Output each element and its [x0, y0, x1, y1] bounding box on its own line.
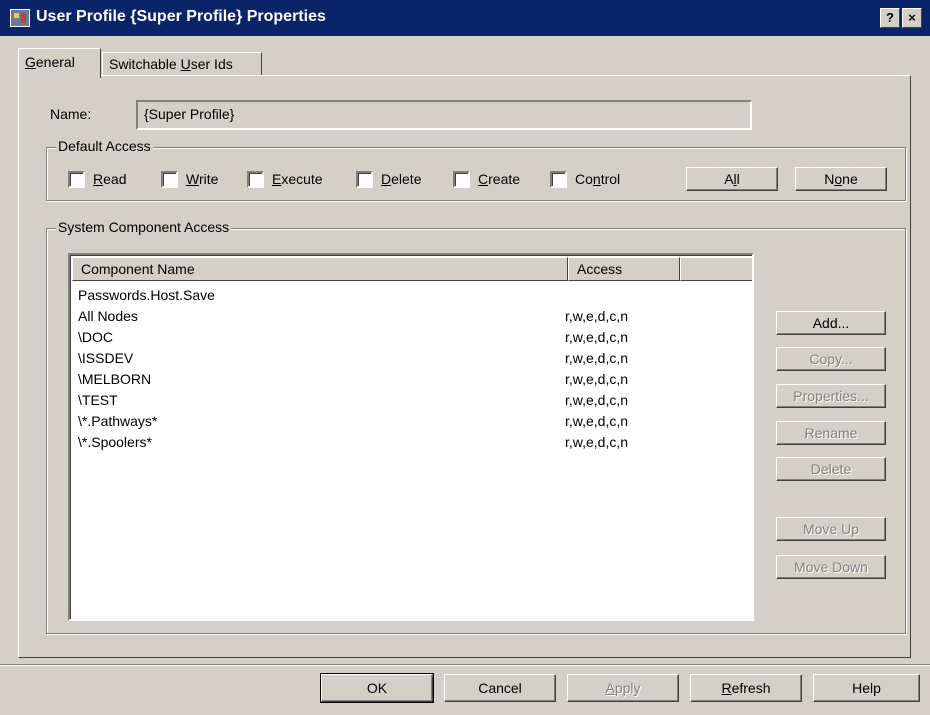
checkbox-write[interactable]: Write — [161, 168, 218, 190]
checkbox-read-box[interactable] — [68, 170, 85, 188]
default-access-title: Default Access — [56, 138, 153, 154]
checkbox-delete-label: Delete — [381, 171, 422, 187]
help-button[interactable]: ? — [880, 8, 900, 28]
ok-button[interactable]: OK — [320, 673, 434, 703]
checkbox-read-label: Read — [93, 171, 127, 187]
checkbox-execute-label: Execute — [272, 171, 323, 187]
app-icon — [10, 9, 30, 27]
move-up-button[interactable]: Move Up — [776, 517, 886, 541]
rename-button[interactable]: Rename — [776, 421, 886, 445]
table-row[interactable]: Passwords.Host.Save — [78, 287, 738, 307]
checkbox-execute-box[interactable] — [247, 170, 264, 188]
name-label: Name: — [50, 106, 92, 122]
apply-button[interactable]: Apply — [567, 674, 679, 702]
checkbox-control-label: Control — [575, 171, 621, 187]
checkbox-create-box[interactable] — [453, 170, 470, 188]
table-row[interactable]: \DOC r,w,e,d,c,n — [78, 329, 738, 349]
column-header-component-name[interactable]: Component Name — [72, 257, 568, 281]
column-header-access[interactable]: Access — [568, 257, 680, 281]
all-button[interactable]: All — [686, 167, 778, 191]
table-row[interactable]: \MELBORN r,w,e,d,c,n — [78, 371, 738, 391]
checkbox-delete[interactable]: Delete — [356, 168, 421, 190]
checkbox-execute[interactable]: Execute — [247, 168, 323, 190]
window-title: User Profile {Super Profile} Properties — [36, 8, 326, 25]
checkbox-delete-box[interactable] — [356, 170, 373, 188]
column-header-spacer — [680, 257, 752, 281]
add-button[interactable]: Add... — [776, 311, 886, 335]
properties-button[interactable]: Properties... — [776, 384, 886, 408]
none-button[interactable]: None — [795, 167, 887, 191]
name-field[interactable]: {Super Profile} — [136, 100, 752, 130]
bottom-separator — [0, 664, 930, 666]
tab-switchable-user-ids[interactable]: Switchable User Ids — [102, 52, 262, 76]
close-icon: × — [908, 10, 916, 25]
copy-button[interactable]: Copy... — [776, 347, 886, 371]
close-button[interactable]: × — [902, 8, 922, 28]
table-row[interactable]: All Nodes r,w,e,d,c,n — [78, 308, 738, 328]
table-row[interactable]: \ISSDEV r,w,e,d,c,n — [78, 350, 738, 370]
checkbox-control[interactable]: Control — [550, 168, 620, 190]
table-row[interactable]: \*.Pathways* r,w,e,d,c,n — [78, 413, 738, 433]
title-bar[interactable]: User Profile {Super Profile} Properties … — [0, 0, 930, 36]
dialog-window: User Profile {Super Profile} Properties … — [0, 0, 930, 715]
cancel-button[interactable]: Cancel — [444, 674, 556, 702]
system-component-access-title: System Component Access — [56, 219, 232, 235]
table-row[interactable]: \*.Spoolers* r,w,e,d,c,n — [78, 434, 738, 454]
help-dialog-button[interactable]: Help — [813, 674, 920, 702]
table-row[interactable]: \TEST r,w,e,d,c,n — [78, 392, 738, 412]
tab-general[interactable]: General — [18, 48, 101, 78]
refresh-button[interactable]: Refresh — [690, 674, 802, 702]
checkbox-create-label: Create — [478, 171, 521, 187]
move-down-button[interactable]: Move Down — [776, 555, 886, 579]
checkbox-write-label: Write — [186, 171, 219, 187]
checkbox-write-box[interactable] — [161, 170, 178, 188]
checkbox-read[interactable]: Read — [68, 168, 126, 190]
checkbox-control-box[interactable] — [550, 170, 567, 188]
delete-button[interactable]: Delete — [776, 457, 886, 481]
component-list[interactable]: Component Name Access Passwords.Host.Sav… — [68, 253, 754, 621]
list-header: Component Name Access — [72, 257, 752, 281]
checkbox-create[interactable]: Create — [453, 168, 520, 190]
